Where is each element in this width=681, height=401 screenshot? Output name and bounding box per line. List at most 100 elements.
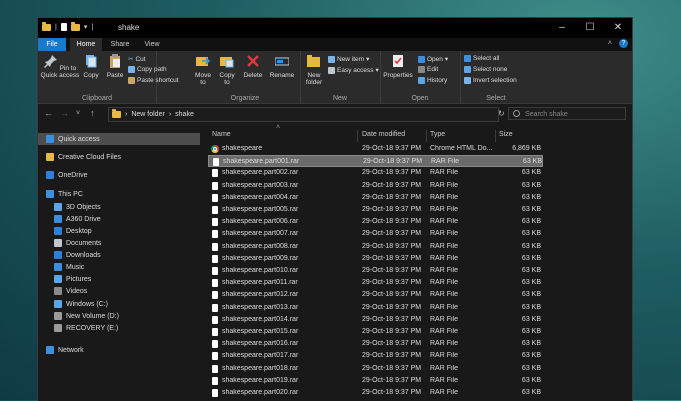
nav-item[interactable]: Network bbox=[38, 344, 200, 356]
close-button[interactable]: ✕ bbox=[604, 18, 632, 38]
copy-to-button[interactable]: Copy to bbox=[216, 54, 238, 86]
file-row[interactable]: shakespeare.part020.rar 29-Oct-18 9:37 PM… bbox=[208, 387, 543, 399]
chevron-up-icon[interactable]: ˄ bbox=[608, 40, 612, 47]
new-item-icon bbox=[328, 55, 335, 63]
copy-button[interactable]: Copy bbox=[81, 54, 101, 79]
breadcrumb-new-folder[interactable]: New folder bbox=[131, 111, 164, 118]
nav-item[interactable]: Quick access bbox=[38, 133, 200, 145]
select-all-button[interactable]: Select all bbox=[464, 55, 499, 62]
file-row[interactable]: shakespeare.part017.rar 29-Oct-18 9:37 PM… bbox=[208, 350, 543, 362]
edit-button[interactable]: Edit bbox=[418, 66, 438, 73]
quick-access-toolbar: | ▾ | bbox=[42, 21, 93, 31]
column-divider[interactable] bbox=[426, 130, 427, 142]
invert-selection-button[interactable]: Invert selection bbox=[464, 77, 517, 84]
properties-button[interactable]: Properties bbox=[382, 54, 414, 79]
nav-item-label: Desktop bbox=[66, 227, 92, 235]
select-none-button[interactable]: Select none bbox=[464, 66, 507, 73]
file-row[interactable]: shakespeare.part016.rar 29-Oct-18 9:37 PM… bbox=[208, 338, 543, 350]
file-row[interactable]: shakespeare.part015.rar 29-Oct-18 9:37 PM… bbox=[208, 326, 543, 338]
file-row[interactable]: shakespeare.part014.rar 29-Oct-18 9:37 PM… bbox=[208, 314, 543, 326]
rename-button[interactable]: Rename bbox=[268, 54, 296, 79]
rar-file-icon bbox=[212, 193, 218, 202]
maximize-button[interactable]: ☐ bbox=[576, 18, 604, 38]
pin-to-quick-access-button[interactable]: Pin to Quick access bbox=[40, 54, 80, 79]
new-folder-label: New folder bbox=[305, 72, 323, 86]
minimize-button[interactable]: – bbox=[548, 18, 576, 38]
new-item-button[interactable]: New item ▾ bbox=[328, 55, 369, 63]
pin-icon bbox=[43, 55, 57, 68]
open-button[interactable]: Open ▾ bbox=[418, 55, 448, 63]
nav-item[interactable]: Downloads bbox=[38, 249, 200, 261]
nav-item[interactable]: Creative Cloud Files bbox=[38, 151, 200, 163]
column-header-type[interactable]: Type bbox=[430, 126, 494, 140]
file-type: RAR File bbox=[430, 328, 459, 335]
column-header-size[interactable]: Size bbox=[499, 126, 541, 140]
address-bar[interactable]: › New folder › shake bbox=[108, 107, 499, 122]
help-icon[interactable]: ? bbox=[619, 39, 628, 48]
tab-share[interactable]: Share bbox=[106, 38, 134, 51]
file-row[interactable]: shakespeare.part007.rar 29-Oct-18 9:37 PM… bbox=[208, 228, 543, 240]
file-row[interactable]: shakespeare 29-Oct-18 9:37 PM Chrome HTML … bbox=[208, 143, 543, 155]
new-folder-button[interactable]: New folder bbox=[302, 54, 326, 86]
back-arrow-icon[interactable]: ← bbox=[44, 108, 53, 118]
file-row[interactable]: shakespeare.part002.rar 29-Oct-18 9:37 PM… bbox=[208, 167, 543, 179]
properties-icon[interactable] bbox=[60, 23, 67, 31]
nav-item-label: Network bbox=[58, 346, 84, 354]
nav-item[interactable]: RECOVERY (E:) bbox=[38, 322, 200, 334]
file-row[interactable]: shakespeare.part003.rar 29-Oct-18 9:37 PM… bbox=[208, 180, 543, 192]
file-row[interactable]: shakespeare.part019.rar 29-Oct-18 9:37 PM… bbox=[208, 375, 543, 387]
nav-item[interactable]: Videos bbox=[38, 285, 200, 297]
paste-shortcut-button[interactable]: Paste shortcut bbox=[128, 77, 179, 84]
nav-item[interactable]: Pictures bbox=[38, 273, 200, 285]
file-row[interactable]: shakespeare.part013.rar 29-Oct-18 9:37 PM… bbox=[208, 302, 543, 314]
breadcrumb-shake[interactable]: shake bbox=[175, 111, 194, 118]
file-row[interactable]: shakespeare.part011.rar 29-Oct-18 9:37 PM… bbox=[208, 277, 543, 289]
refresh-icon[interactable]: ↻ bbox=[498, 109, 505, 118]
file-row[interactable]: shakespeare.part004.rar 29-Oct-18 9:37 PM… bbox=[208, 192, 543, 204]
nav-item[interactable]: This PC bbox=[38, 188, 200, 200]
up-arrow-icon[interactable]: ↑ bbox=[90, 108, 95, 118]
file-row[interactable]: shakespeare.part010.rar 29-Oct-18 9:37 PM… bbox=[208, 265, 543, 277]
easy-access-button[interactable]: Easy access ▾ bbox=[328, 66, 379, 74]
column-divider[interactable] bbox=[495, 130, 496, 142]
tab-home[interactable]: Home bbox=[70, 38, 102, 51]
search-input[interactable]: Search shake bbox=[508, 107, 626, 120]
file-row[interactable]: shakespeare.part005.rar 29-Oct-18 9:37 PM… bbox=[208, 204, 543, 216]
folder-icon bbox=[112, 109, 121, 118]
file-row[interactable]: shakespeare.part018.rar 29-Oct-18 9:37 PM… bbox=[208, 363, 543, 375]
file-row[interactable]: shakespeare.part012.rar 29-Oct-18 9:37 PM… bbox=[208, 289, 543, 301]
column-header-date[interactable]: Date modified bbox=[362, 126, 426, 140]
tab-view[interactable]: View bbox=[138, 38, 166, 51]
recent-locations-icon[interactable]: ˅ bbox=[76, 110, 80, 117]
new-folder-icon[interactable] bbox=[70, 21, 80, 31]
file-row[interactable]: shakespeare.part006.rar 29-Oct-18 9:37 PM… bbox=[208, 216, 543, 228]
column-divider[interactable] bbox=[357, 130, 358, 142]
open-label: Open bbox=[427, 55, 443, 63]
copy-path-button[interactable]: Copy path bbox=[128, 66, 167, 73]
tab-file[interactable]: File bbox=[38, 38, 66, 51]
customize-qat-icon[interactable]: ▾ bbox=[84, 23, 88, 31]
cut-button[interactable]: ✂ Cut bbox=[128, 55, 146, 64]
nav-item[interactable]: A360 Drive bbox=[38, 213, 200, 225]
file-row[interactable]: shakespeare.part009.rar 29-Oct-18 9:37 PM… bbox=[208, 253, 543, 265]
nav-item[interactable]: Music bbox=[38, 261, 200, 273]
delete-button[interactable]: Delete bbox=[242, 54, 264, 79]
column-header-name[interactable]: Name bbox=[212, 126, 352, 140]
nav-item[interactable]: Documents bbox=[38, 237, 200, 249]
paste-button[interactable]: Paste bbox=[104, 54, 126, 79]
chevron-right-icon: › bbox=[125, 111, 128, 118]
nav-item[interactable]: OneDrive bbox=[38, 169, 200, 181]
music-icon bbox=[54, 263, 62, 271]
file-date: 29-Oct-18 9:37 PM bbox=[362, 267, 422, 274]
nav-item[interactable]: Windows (C:) bbox=[38, 298, 200, 310]
nav-item[interactable]: 3D Objects bbox=[38, 201, 200, 213]
forward-arrow-icon[interactable]: → bbox=[60, 108, 69, 118]
file-row[interactable]: shakespeare.part008.rar 29-Oct-18 9:37 PM… bbox=[208, 241, 543, 253]
title-bar: | ▾ | shake – ☐ ✕ bbox=[38, 18, 632, 38]
file-row[interactable]: shakespeare.part001.rar 29-Oct-18 9:37 PM… bbox=[208, 155, 543, 168]
nav-item[interactable]: Desktop bbox=[38, 225, 200, 237]
move-to-button[interactable]: Move to bbox=[192, 54, 214, 86]
history-button[interactable]: History bbox=[418, 77, 447, 84]
nav-item[interactable]: New Volume (D:) bbox=[38, 310, 200, 322]
file-size: 63 KB bbox=[522, 158, 542, 166]
